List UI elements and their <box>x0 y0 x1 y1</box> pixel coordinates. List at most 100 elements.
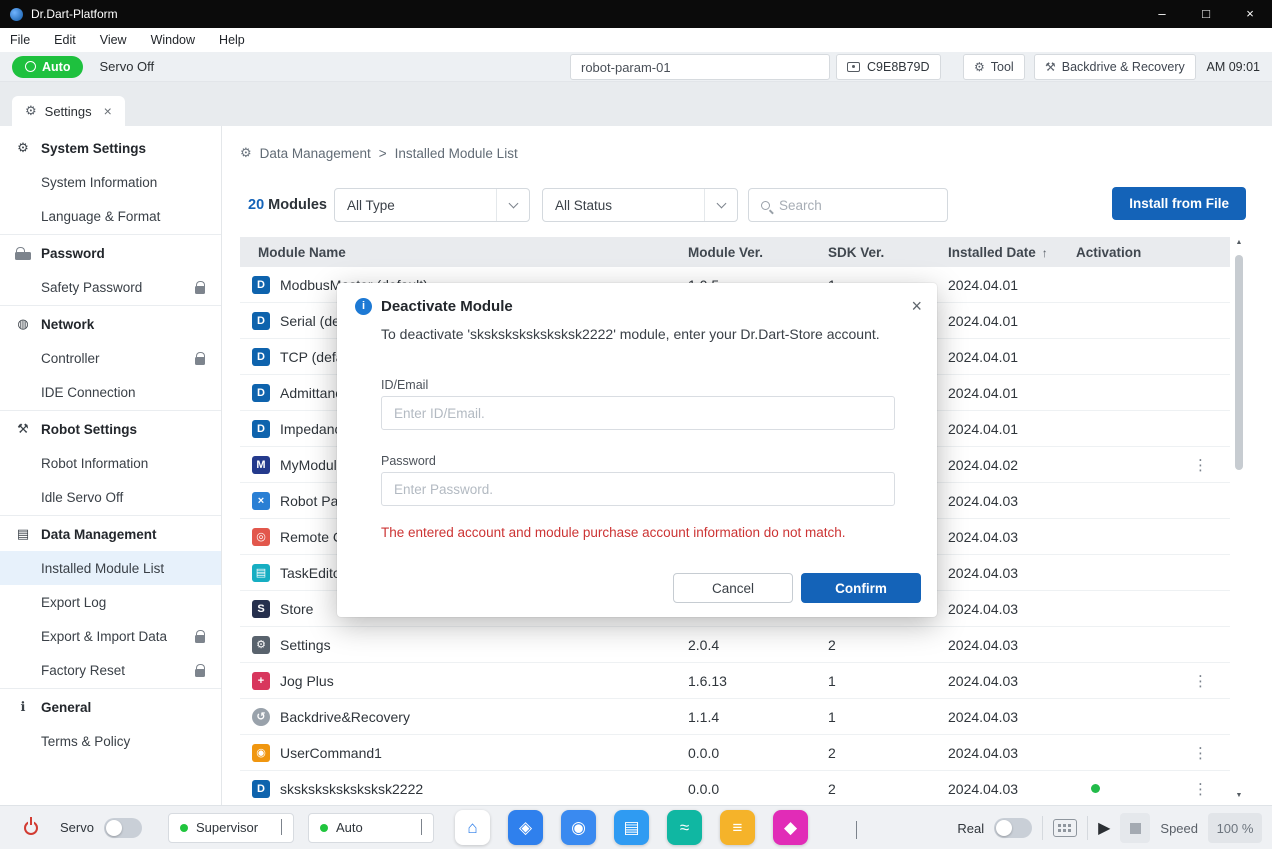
sidebar-item-installed-module-list[interactable]: Installed Module List <box>0 551 221 585</box>
sidebar-item-export-import-data[interactable]: Export & Import Data <box>0 619 221 653</box>
close-button[interactable]: × <box>1228 0 1272 28</box>
sidebar-item-safety-password[interactable]: Safety Password <box>0 270 221 304</box>
col-sdk-ver[interactable]: SDK Ver. <box>828 245 948 260</box>
tool-button[interactable]: ⚙ Tool <box>963 54 1025 80</box>
sidebar-item-label: Language & Format <box>41 209 160 224</box>
role-dropdown[interactable]: Supervisor <box>168 813 294 843</box>
sidebar-item-label: Robot Information <box>41 456 148 471</box>
tab-close-icon[interactable]: × <box>104 103 112 119</box>
table-row-usercommand1[interactable]: ◉UserCommand10.0.022024.04.03⋮ <box>240 735 1230 771</box>
controller-serial-badge[interactable]: C9E8B79D <box>836 54 941 80</box>
sidebar-section-password[interactable]: Password <box>0 236 221 270</box>
robot-param-field[interactable] <box>570 54 830 80</box>
sidebar-section-system-settings[interactable]: ⚙System Settings <box>0 131 221 165</box>
row-menu-button[interactable]: ⋮ <box>1193 780 1208 798</box>
dart-ide-app[interactable]: ◈ <box>508 810 543 845</box>
play-button[interactable]: ▶ <box>1098 818 1110 838</box>
menu-view[interactable]: View <box>100 33 127 47</box>
row-menu-button[interactable]: ⋮ <box>1193 744 1208 762</box>
jog-app[interactable]: ◉ <box>561 810 596 845</box>
home-app[interactable]: ⌂ <box>455 810 490 845</box>
menu-edit[interactable]: Edit <box>54 33 76 47</box>
info-icon: ℹ <box>15 699 31 715</box>
speed-value[interactable]: 100 % <box>1208 813 1262 843</box>
sidebar-item-label: Factory Reset <box>41 663 125 678</box>
module-version: 0.0.0 <box>688 745 828 761</box>
chevron-down-icon <box>508 199 518 209</box>
module-version: 0.0.0 <box>688 781 828 797</box>
search-input[interactable] <box>779 198 919 213</box>
status-filter-dropdown[interactable]: All Status <box>542 188 738 222</box>
monitoring-app[interactable]: ≈ <box>667 810 702 845</box>
install-from-file-button[interactable]: Install from File <box>1112 187 1246 220</box>
sidebar-item-language-format[interactable]: Language & Format <box>0 199 221 233</box>
toolbar: Auto Servo Off C9E8B79D ⚙ Tool ⚒ Backdri… <box>0 52 1272 82</box>
vertical-scrollbar[interactable]: ▲ ▼ <box>1234 239 1244 799</box>
sidebar-item-terms-policy[interactable]: Terms & Policy <box>0 724 221 758</box>
sidebar-item-ide-connection[interactable]: IDE Connection <box>0 375 221 409</box>
mode-dropdown[interactable]: Auto <box>308 813 434 843</box>
id-email-field[interactable] <box>381 396 895 430</box>
sidebar-item-system-information[interactable]: System Information <box>0 165 221 199</box>
log-app[interactable]: ≡ <box>720 810 755 845</box>
row-menu-button[interactable]: ⋮ <box>1193 672 1208 690</box>
col-installed-date[interactable]: Installed Date↑ <box>948 245 1076 260</box>
menu-file[interactable]: File <box>10 33 30 47</box>
password-field[interactable] <box>381 472 895 506</box>
activation-cell: ⋮ <box>1076 672 1230 690</box>
scroll-down-arrow[interactable]: ▼ <box>1234 792 1244 799</box>
lock-icon <box>195 635 205 643</box>
menu-help[interactable]: Help <box>219 33 245 47</box>
sidebar-item-export-log[interactable]: Export Log <box>0 585 221 619</box>
minimize-button[interactable]: – <box>1140 0 1184 28</box>
module-name: TaskEditor <box>280 565 345 581</box>
row-menu-button[interactable]: ⋮ <box>1193 456 1208 474</box>
table-row-jog-plus[interactable]: +Jog Plus1.6.1312024.04.03⋮ <box>240 663 1230 699</box>
auto-mode-badge[interactable]: Auto <box>12 56 83 78</box>
servo-power-button[interactable] <box>14 813 48 843</box>
sidebar-section-label: System Settings <box>41 141 146 156</box>
wrench-icon: ⚒ <box>1045 60 1056 74</box>
cancel-button[interactable]: Cancel <box>673 573 793 603</box>
sidebar-item-controller[interactable]: Controller <box>0 341 221 375</box>
table-row-sksksksksksksksk2222[interactable]: Dsksksksksksksksk22220.0.022024.04.03⋮ <box>240 771 1230 805</box>
col-module-ver[interactable]: Module Ver. <box>688 245 828 260</box>
sidebar-section-robot-settings[interactable]: ⚒Robot Settings <box>0 412 221 446</box>
sidebar-section-data-management[interactable]: ▤Data Management <box>0 517 221 551</box>
dialog-close-icon[interactable]: × <box>911 297 922 315</box>
tab-settings[interactable]: ⚙ Settings × <box>12 96 125 126</box>
col-activation[interactable]: Activation <box>1076 245 1230 260</box>
manual-app[interactable]: ▤ <box>614 810 649 845</box>
servo-toggle[interactable] <box>104 818 142 838</box>
dock-expand-button[interactable] <box>856 822 857 840</box>
sidebar-section-label: Robot Settings <box>41 422 137 437</box>
chevron-down-icon <box>716 199 726 209</box>
table-row-backdrive-recovery[interactable]: ↺Backdrive&Recovery1.1.412024.04.03 <box>240 699 1230 735</box>
real-toggle[interactable] <box>994 818 1032 838</box>
store-app[interactable]: ◆ <box>773 810 808 845</box>
sidebar-item-label: Terms & Policy <box>41 734 130 749</box>
sidebar-item-label: Controller <box>41 351 100 366</box>
search-box[interactable] <box>748 188 948 222</box>
table-row-settings[interactable]: ⚙Settings2.0.422024.04.03 <box>240 627 1230 663</box>
chevron-up-icon <box>281 819 282 835</box>
virtual-keyboard-icon[interactable] <box>1053 819 1077 837</box>
menu-window[interactable]: Window <box>151 33 195 47</box>
maximize-button[interactable]: □ <box>1184 0 1228 28</box>
sidebar-section-general[interactable]: ℹGeneral <box>0 690 221 724</box>
sidebar-item-idle-servo-off[interactable]: Idle Servo Off <box>0 480 221 514</box>
col-module-name[interactable]: Module Name <box>240 245 688 260</box>
stop-button[interactable] <box>1120 813 1150 843</box>
confirm-button[interactable]: Confirm <box>801 573 921 603</box>
module-icon: D <box>252 348 270 366</box>
sidebar-item-factory-reset[interactable]: Factory Reset <box>0 653 221 687</box>
sidebar-item-robot-information[interactable]: Robot Information <box>0 446 221 480</box>
installed-date: 2024.04.03 <box>948 601 1076 617</box>
scroll-thumb[interactable] <box>1235 255 1243 470</box>
type-filter-dropdown[interactable]: All Type <box>334 188 530 222</box>
clock-label: AM 09:01 <box>1206 52 1260 82</box>
sidebar-section-network[interactable]: ◍Network <box>0 307 221 341</box>
backdrive-recovery-button[interactable]: ⚒ Backdrive & Recovery <box>1034 54 1196 80</box>
scroll-up-arrow[interactable]: ▲ <box>1234 239 1244 246</box>
dialog-message: To deactivate 'sksksksksksksksk2222' mod… <box>381 324 901 345</box>
